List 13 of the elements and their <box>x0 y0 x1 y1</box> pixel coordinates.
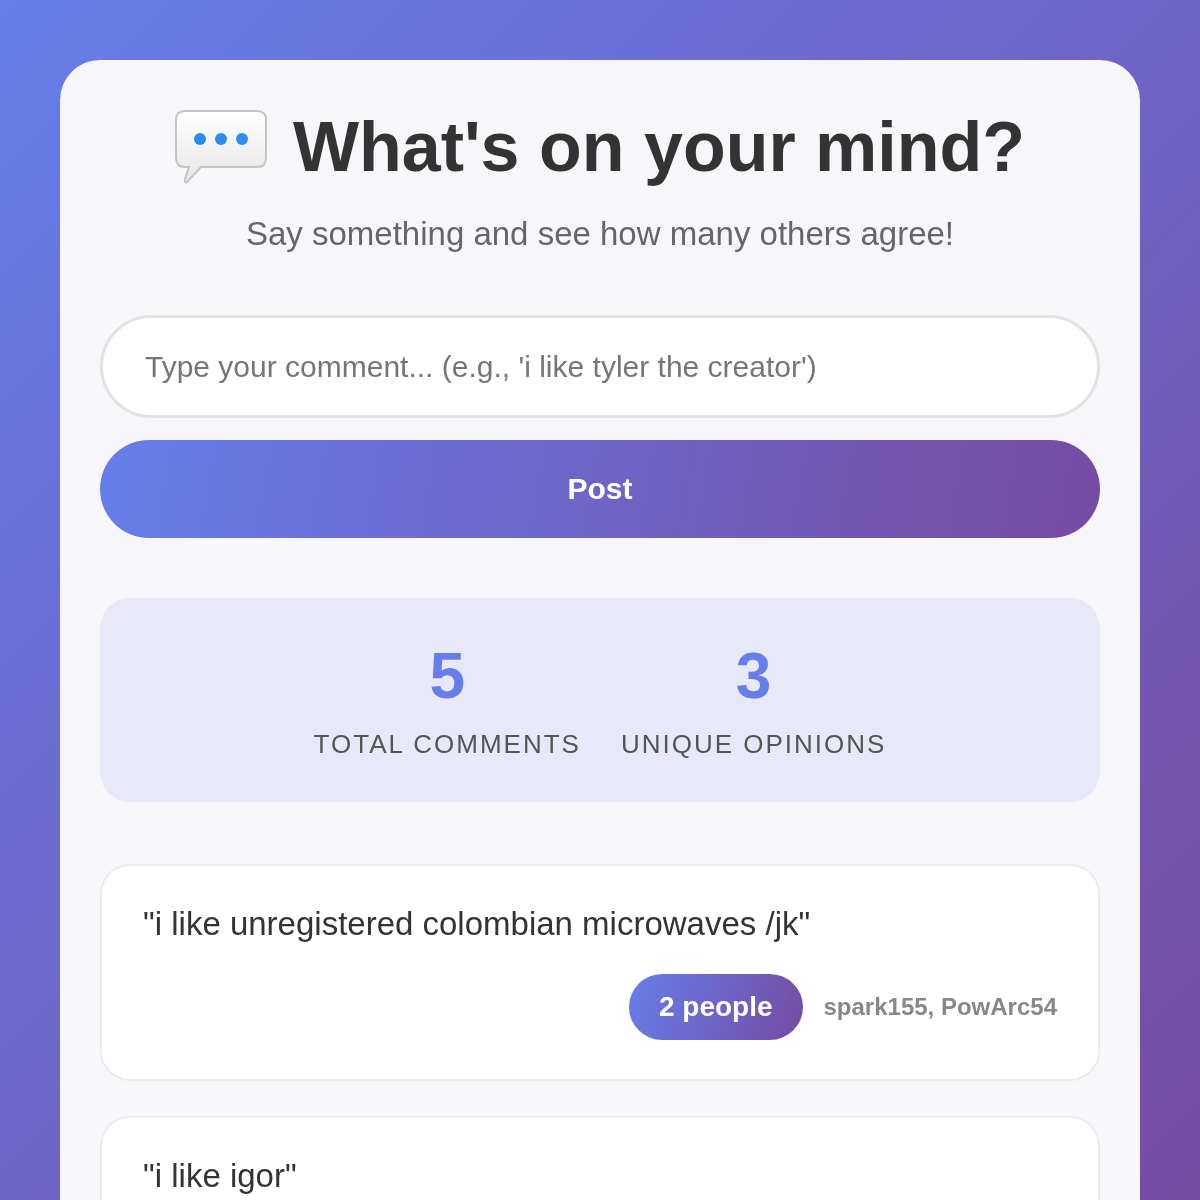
page-subtitle: Say something and see how many others agree! <box>244 214 956 254</box>
comment-input-field[interactable]: Type your comment... (e.g., 'i like tyler the creator') <box>100 315 1100 418</box>
user-names: spark155, PowArc54 <box>823 993 1057 1021</box>
comment-text: "i like unregistered colombian microwaves /jk" <box>143 904 812 944</box>
page-title: What's on your mind? <box>292 107 1026 188</box>
stat-value: 5 <box>429 641 466 711</box>
post-button[interactable]: Post <box>100 440 1100 538</box>
speech-bubble-icon <box>174 110 267 184</box>
stat-value: 3 <box>735 641 772 711</box>
stat-label: UNIQUE OPINIONS <box>620 728 887 761</box>
people-count-badge: 2 people <box>628 974 803 1040</box>
comment-text: "i like igor" <box>143 1156 298 1196</box>
stat-label: TOTAL COMMENTS <box>313 728 581 761</box>
